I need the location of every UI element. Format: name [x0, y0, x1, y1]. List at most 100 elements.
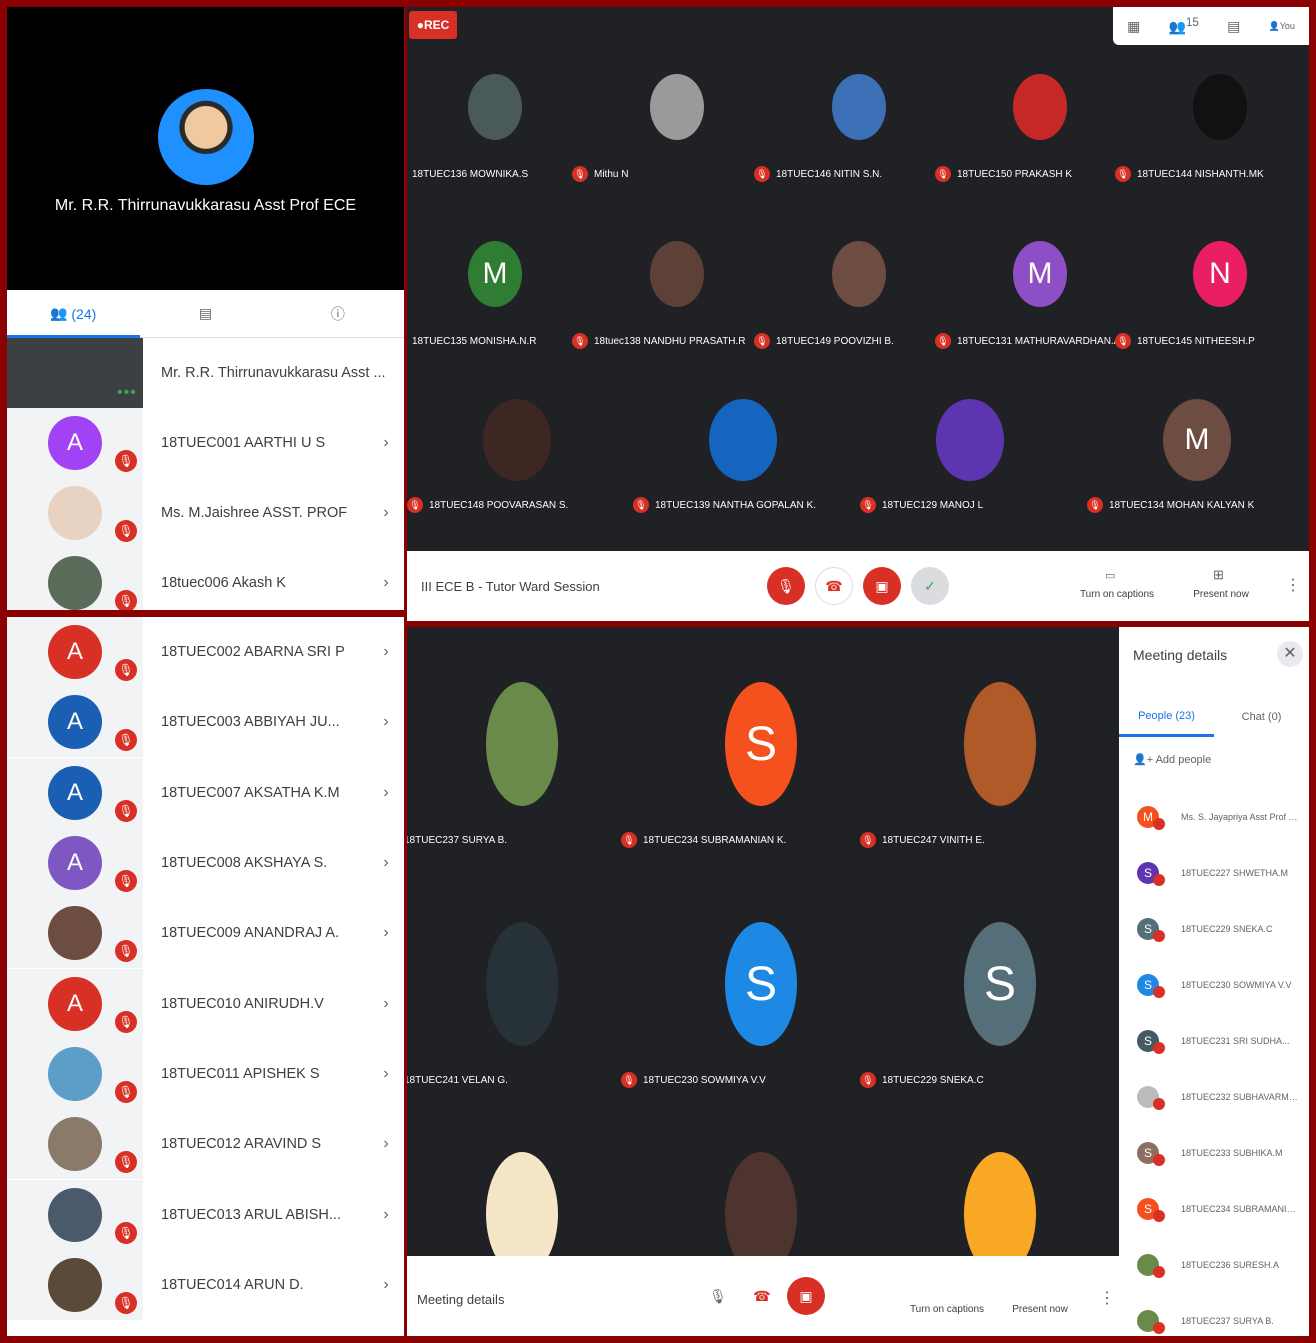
leave-call-button[interactable]: ☎: [743, 1277, 781, 1315]
present-label[interactable]: Present now: [995, 1304, 1085, 1315]
participant-row[interactable]: A 🎙 18TUEC002 ABARNA SRI P ›: [7, 617, 404, 688]
side-participant-row[interactable]: M Ms. S. Jayapriya Asst Prof ECE (...: [1119, 789, 1309, 845]
side-participant-row[interactable]: S 18TUEC229 SNEKA.C: [1119, 901, 1309, 957]
participant-tile[interactable]: M 🎙 18TUEC134 MOHAN KALYAN K: [1087, 399, 1254, 513]
avatar-cell: 🎙: [7, 1109, 143, 1180]
captions-label[interactable]: Turn on captions: [1072, 589, 1162, 600]
participant-tile[interactable]: 🎙 Mithu N: [572, 74, 704, 184]
chevron-right-icon[interactable]: ›: [368, 643, 404, 661]
participant-name: 18TUEC232 SUBHAVARMAN R...: [1181, 1092, 1301, 1102]
close-icon[interactable]: ✕: [1277, 641, 1303, 667]
chevron-right-icon[interactable]: ›: [368, 1065, 404, 1083]
muted-icon: 🎙: [572, 166, 588, 182]
tab-people[interactable]: 👥 (24): [7, 290, 139, 337]
side-participant-row[interactable]: S 18TUEC233 SUBHIKA.M: [1119, 1125, 1309, 1181]
leave-call-button[interactable]: ☎: [815, 567, 853, 605]
participant-tile[interactable]: 🎙18TUEC136 MOWNIKA.S: [412, 74, 528, 184]
chevron-right-icon[interactable]: ›: [368, 1206, 404, 1224]
camera-off-button[interactable]: ▣: [787, 1277, 825, 1315]
participants-icon[interactable]: 👥15: [1168, 16, 1198, 36]
participant-tile[interactable]: 🎙 18TUEC139 NANTHA GOPALAN K.: [633, 399, 816, 513]
avatar: A: [48, 765, 102, 820]
side-participant-row[interactable]: 18TUEC232 SUBHAVARMAN R...: [1119, 1069, 1309, 1125]
participant-row[interactable]: A 🎙 18TUEC010 ANIRUDH.V ›: [7, 968, 404, 1039]
chat-icon[interactable]: ▤: [1227, 18, 1240, 35]
camera-off-button[interactable]: ▣: [863, 567, 901, 605]
participant-tile[interactable]: S 🎙 18TUEC234 SUBRAMANIAN K.: [621, 682, 797, 862]
participant-tile[interactable]: M 🎙 18TUEC131 MATHURAVARDHAN.A...: [935, 241, 1129, 351]
muted-icon: 🎙: [860, 497, 876, 513]
check-button[interactable]: ✓: [911, 567, 949, 605]
side-participant-row[interactable]: 18TUEC237 SURYA B.: [1119, 1293, 1309, 1336]
mic-off-button[interactable]: 🎙: [767, 567, 805, 605]
chevron-right-icon[interactable]: ›: [368, 1276, 404, 1294]
participant-label: 🎙18TUEC136 MOWNIKA.S: [407, 166, 528, 182]
tab-info[interactable]: ⓘ: [272, 290, 404, 337]
participant-row[interactable]: A 🎙 18TUEC001 AARTHI U S ›: [7, 408, 404, 478]
tab-people[interactable]: People (23): [1119, 697, 1214, 737]
participant-tile[interactable]: M🎙18TUEC135 MONISHA.N.R: [412, 241, 536, 351]
chevron-right-icon[interactable]: ›: [368, 854, 404, 872]
side-participant-row[interactable]: 18TUEC236 SURESH.A: [1119, 1237, 1309, 1293]
mic-button[interactable]: 🎙: [699, 1277, 737, 1315]
you-avatar[interactable]: 👤You: [1268, 21, 1294, 32]
more-icon[interactable]: •••: [117, 384, 137, 402]
participant-name: Mithu N: [594, 168, 629, 180]
participant-tile[interactable]: 🎙 18TUEC146 NITIN S.N.: [754, 74, 886, 184]
side-participant-row[interactable]: S 18TUEC234 SUBRAMANIAN K.: [1119, 1181, 1309, 1237]
side-participant-row[interactable]: S 18TUEC231 SRI SUDHA...: [1119, 1013, 1309, 1069]
chevron-right-icon[interactable]: ›: [368, 574, 404, 592]
layout-icon[interactable]: ▦: [1127, 18, 1140, 35]
participant-row[interactable]: 🎙 18TUEC012 ARAVIND S ›: [7, 1109, 404, 1180]
side-participant-row[interactable]: S 18TUEC227 SHWETHA.M: [1119, 845, 1309, 901]
chevron-right-icon[interactable]: ›: [368, 784, 404, 802]
participant-row[interactable]: A 🎙 18TUEC003 ABBIYAH JU... ›: [7, 687, 404, 758]
participant-tile[interactable]: 🎙 18TUEC247 VINITH E.: [860, 682, 1036, 862]
participant-tile[interactable]: 🎙18TUEC237 SURYA B.: [407, 682, 558, 862]
avatar: [709, 399, 777, 481]
muted-icon: 🎙: [860, 1072, 876, 1088]
side-participant-row[interactable]: S 18TUEC230 SOWMIYA V.V: [1119, 957, 1309, 1013]
chevron-right-icon[interactable]: ›: [368, 924, 404, 942]
participant-tile[interactable]: 🎙 18TUEC150 PRAKASH K: [935, 74, 1072, 184]
rec-badge: ● REC: [409, 11, 457, 39]
chevron-right-icon[interactable]: ›: [368, 713, 404, 731]
avatar-cell: 🎙: [7, 1249, 143, 1320]
participant-row[interactable]: 🎙 18TUEC013 ARUL ABISH... ›: [7, 1179, 404, 1250]
more-options-icon[interactable]: ⋮: [1285, 575, 1301, 595]
tab-chat[interactable]: ▤: [139, 290, 271, 337]
session-title[interactable]: III ECE B - Tutor Ward Session: [421, 579, 600, 594]
more-options-icon[interactable]: ⋮: [1099, 1288, 1115, 1308]
participant-name: 18TUEC131 MATHURAVARDHAN.A...: [957, 335, 1129, 347]
presenter-panel: Mr. R.R. Thirrunavukkarasu Asst Prof ECE…: [7, 7, 404, 610]
participant-tile[interactable]: 🎙 18TUEC129 MANOJ L: [860, 399, 1004, 513]
participant-tile[interactable]: 🎙 18TUEC149 POOVIZHI B.: [754, 241, 894, 351]
participant-row[interactable]: 🎙 Ms. M.Jaishree ASST. PROF ›: [7, 478, 404, 548]
present-label[interactable]: Present now: [1176, 589, 1266, 600]
participant-row[interactable]: 🎙 18TUEC011 APISHEK S ›: [7, 1038, 404, 1110]
chevron-right-icon[interactable]: ›: [368, 504, 404, 522]
participant-tile[interactable]: 🎙 18tuec138 NANDHU PRASATH.R: [572, 241, 746, 351]
participant-row[interactable]: A 🎙 18TUEC007 AKSATHA K.M ›: [7, 757, 404, 828]
participant-tile[interactable]: 🎙18TUEC241 VELAN G.: [407, 922, 558, 1102]
participant-row[interactable]: 🎙 18TUEC009 ANANDRAJ A. ›: [7, 898, 404, 969]
chevron-right-icon[interactable]: ›: [368, 1135, 404, 1153]
captions-label[interactable]: Turn on captions: [902, 1304, 992, 1315]
participant-tile[interactable]: N 🎙 18TUEC145 NITHEESH.P: [1115, 241, 1255, 351]
participant-row[interactable]: 🎙 18tuec006 Akash K ›: [7, 548, 404, 610]
tab-chat[interactable]: Chat (0): [1214, 697, 1309, 737]
participant-row[interactable]: ••• Mr. R.R. Thirrunavukkarasu Asst ...: [7, 338, 404, 408]
participant-tile[interactable]: S 🎙 18TUEC230 SOWMIYA V.V: [621, 922, 797, 1102]
participant-tile[interactable]: 🎙 18TUEC144 NISHANTH.MK: [1115, 74, 1264, 184]
participant-row[interactable]: 🎙 18TUEC014 ARUN D. ›: [7, 1249, 404, 1320]
participant-row[interactable]: A 🎙 18TUEC008 AKSHAYA S. ›: [7, 827, 404, 899]
add-people-button[interactable]: 👤+ Add people: [1133, 753, 1211, 766]
participant-label: 🎙 Mithu N: [572, 166, 628, 182]
chevron-right-icon[interactable]: ›: [368, 434, 404, 452]
chevron-right-icon[interactable]: ›: [368, 995, 404, 1013]
meeting-details-label[interactable]: Meeting details: [417, 1292, 504, 1307]
muted-icon: [1153, 1098, 1165, 1110]
avatar-cell: A 🎙: [7, 828, 143, 899]
participant-tile[interactable]: S 🎙 18TUEC229 SNEKA.C: [860, 922, 1036, 1102]
participant-tile[interactable]: 🎙 18TUEC148 POOVARASAN S.: [407, 399, 568, 513]
